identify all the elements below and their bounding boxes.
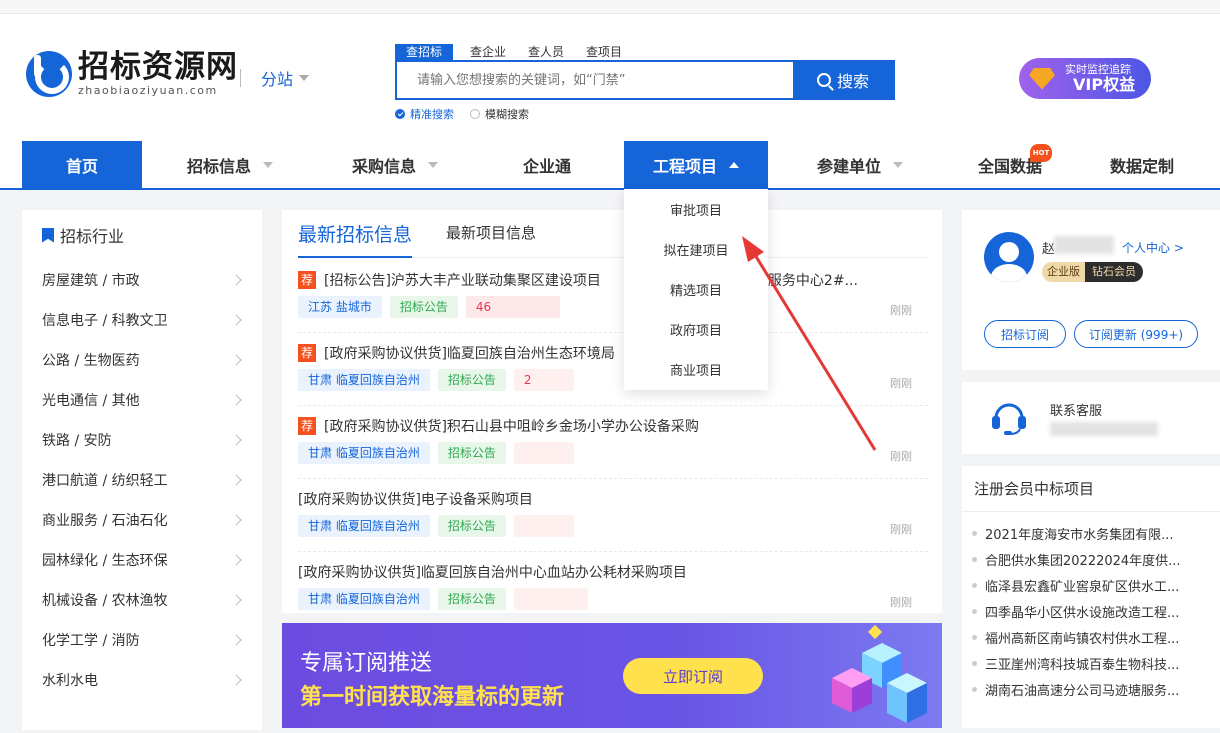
annotation-arrow <box>742 236 877 451</box>
